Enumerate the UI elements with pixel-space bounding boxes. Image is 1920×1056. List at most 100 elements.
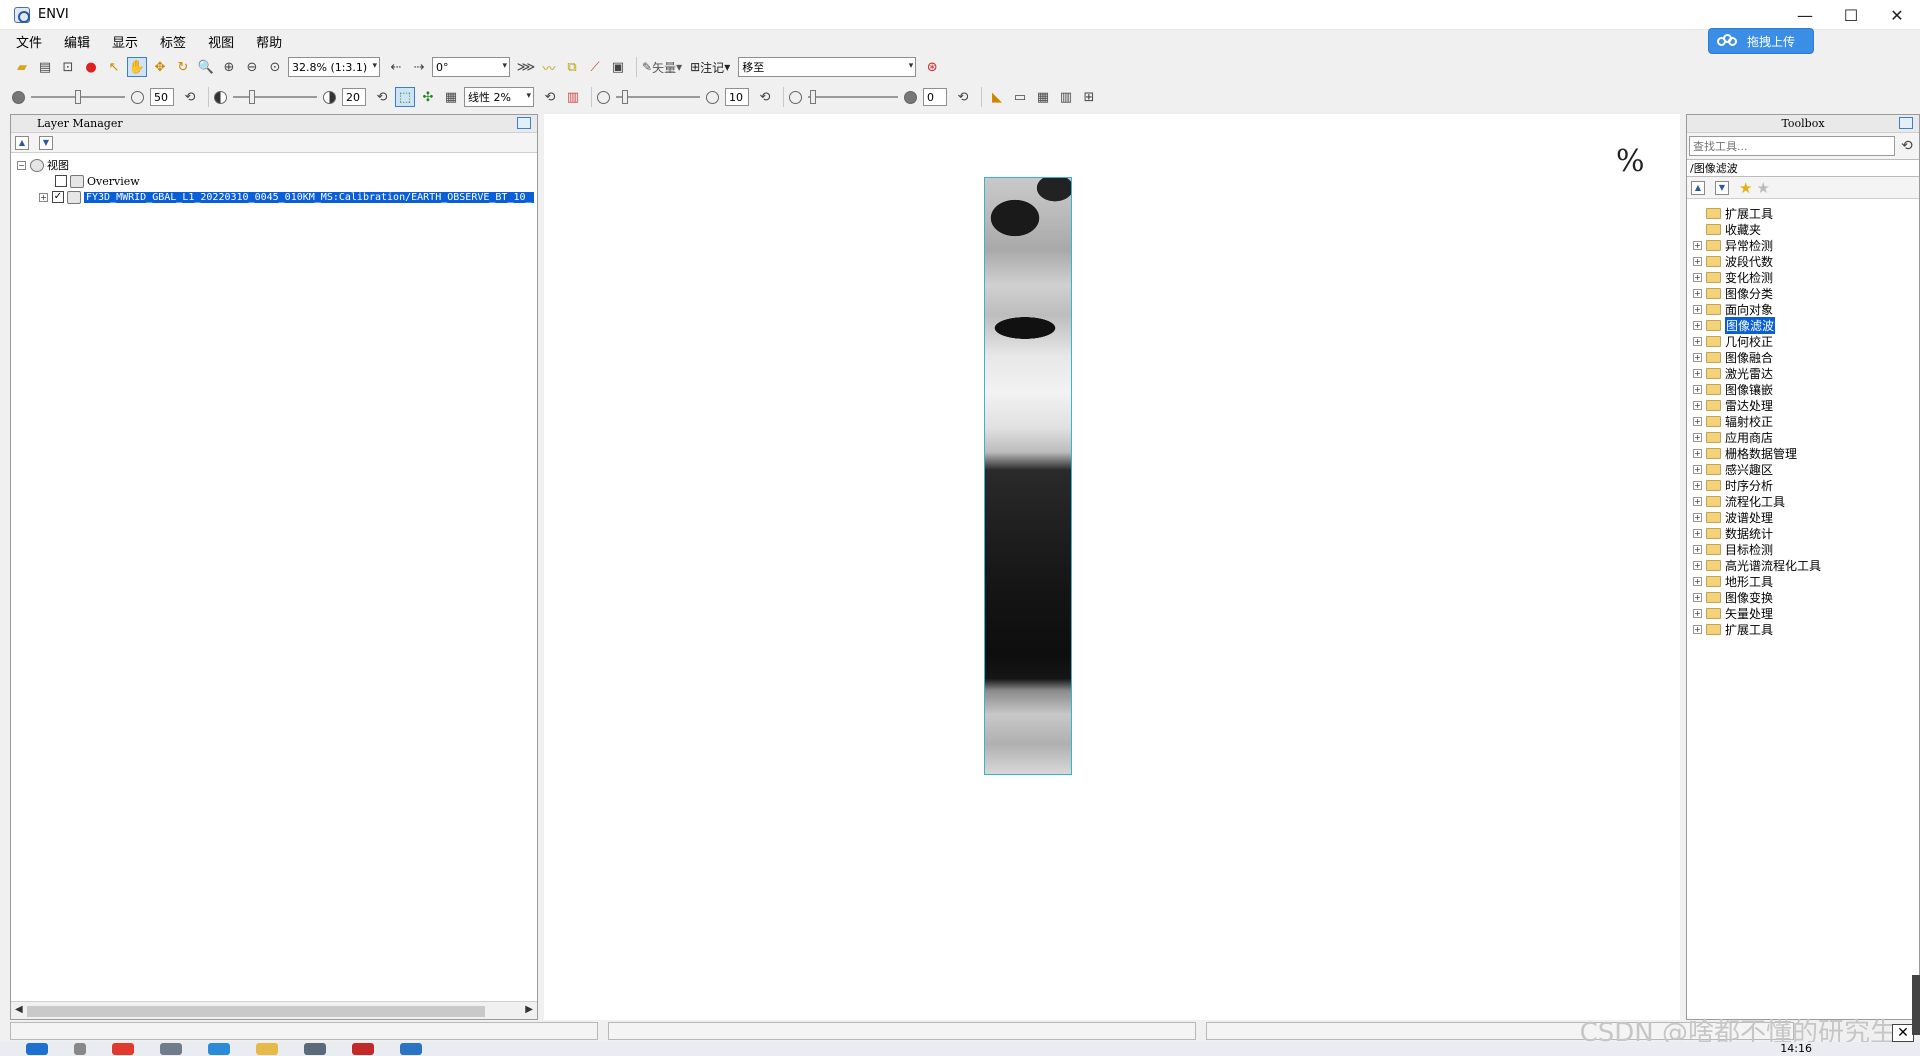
reset-sharpen-icon[interactable]: ⟲: [755, 87, 775, 107]
stretch-combo[interactable]: 线性 2% ▾: [464, 87, 534, 107]
layout-split-icon[interactable]: ▥: [1056, 87, 1076, 107]
toolbox-item[interactable]: + 感兴趣区: [1687, 461, 1919, 477]
expand-icon[interactable]: +: [1693, 464, 1702, 474]
data-manager-icon[interactable]: ▤: [35, 57, 55, 77]
toolbox-item[interactable]: + 异常检测: [1687, 237, 1919, 253]
maximize-button[interactable]: ☐: [1828, 0, 1874, 30]
menu-display[interactable]: 显示: [110, 31, 140, 52]
toolbox-item[interactable]: + 应用商店: [1687, 429, 1919, 445]
image-view[interactable]: [544, 114, 1680, 1020]
toolbox-item[interactable]: + 面向对象: [1687, 301, 1919, 317]
reset-brightness-icon[interactable]: ⟲: [180, 87, 200, 107]
expand-icon[interactable]: +: [1693, 304, 1702, 314]
toolbox-item[interactable]: + 栅格数据管理: [1687, 445, 1919, 461]
expand-icon[interactable]: +: [1693, 416, 1702, 426]
sharpen-slider[interactable]: [616, 87, 700, 107]
pdf-icon[interactable]: [352, 1043, 374, 1055]
layout-single-icon[interactable]: ▭: [1010, 87, 1030, 107]
menu-help[interactable]: 帮助: [254, 31, 284, 52]
menu-edit[interactable]: 编辑: [62, 31, 92, 52]
expand-all-icon[interactable]: ▼: [39, 135, 53, 150]
toolbox-item[interactable]: + 雷达处理: [1687, 397, 1919, 413]
goto-combo[interactable]: 移至 ▾: [738, 57, 917, 77]
reset-stretch-icon[interactable]: ⟲: [540, 87, 560, 107]
expand-icon[interactable]: +: [1693, 576, 1702, 586]
overview-checkbox[interactable]: [55, 175, 67, 187]
minimize-button[interactable]: —: [1782, 0, 1828, 30]
toolbox-item[interactable]: 收藏夹: [1687, 221, 1919, 237]
expand-icon[interactable]: +: [1693, 320, 1702, 330]
toolbox-item[interactable]: + 数据统计: [1687, 525, 1919, 541]
expand-icon[interactable]: +: [1693, 400, 1702, 410]
expand-icon[interactable]: +: [1693, 432, 1702, 442]
collapse-all-icon[interactable]: ▲: [15, 135, 29, 150]
contrast-slider[interactable]: [233, 87, 317, 107]
toolbox-item[interactable]: + 时序分析: [1687, 477, 1919, 493]
transparency-input[interactable]: 0: [923, 88, 947, 106]
cursor-value-icon[interactable]: ▣: [608, 57, 628, 77]
contrast-input[interactable]: 20: [342, 88, 366, 106]
toolbox-item[interactable]: + 流程化工具: [1687, 493, 1919, 509]
rotation-combo[interactable]: 0° ▾: [432, 57, 510, 77]
cursor-icon[interactable]: ↖: [104, 57, 124, 77]
expand-icon[interactable]: +: [1693, 592, 1702, 602]
scroll-right-icon[interactable]: ▶: [525, 1004, 533, 1015]
rotate-right-icon[interactable]: ⇢: [409, 57, 429, 77]
stretch-full-icon[interactable]: ⬚: [395, 87, 415, 107]
swipe-icon[interactable]: 〰: [539, 57, 559, 77]
pan-icon[interactable]: ✋: [127, 57, 147, 77]
tree-item-layer[interactable]: + ✓ FY3D_MWRID_GBAL_L1_20220310_0045_010…: [11, 189, 537, 205]
explorer-icon[interactable]: [256, 1043, 278, 1055]
expand-icon[interactable]: +: [1693, 528, 1702, 538]
reset-transparency-icon[interactable]: ⟲: [953, 87, 973, 107]
rotate-left-icon[interactable]: ⇠: [386, 57, 406, 77]
toolbox-item[interactable]: + 高光谱流程化工具: [1687, 557, 1919, 573]
zoom-combo[interactable]: 32.8% (1:3.1) ▾: [288, 57, 380, 77]
slider-thumb[interactable]: [622, 90, 628, 104]
expand-icon[interactable]: +: [1693, 608, 1702, 618]
move-icon[interactable]: ✥: [150, 57, 170, 77]
flicker-icon[interactable]: ⋙: [516, 57, 536, 77]
slider-thumb[interactable]: [810, 90, 816, 104]
search-icon[interactable]: [74, 1043, 86, 1055]
close-box-icon[interactable]: ✕: [1892, 1024, 1914, 1042]
expand-icon[interactable]: +: [1693, 336, 1702, 346]
chip-view-icon[interactable]: ◣: [987, 87, 1007, 107]
toolbox-search-input[interactable]: [1689, 136, 1895, 156]
expand-icon[interactable]: +: [39, 192, 48, 202]
brightness-slider[interactable]: [31, 87, 125, 107]
toolbox-item[interactable]: + 变化检测: [1687, 269, 1919, 285]
tree-item-overview[interactable]: Overview: [11, 173, 537, 189]
horizontal-scrollbar[interactable]: ◀ ▶: [11, 1001, 537, 1019]
brightness-input[interactable]: 50: [150, 88, 174, 106]
toolbox-item[interactable]: + 图像分类: [1687, 285, 1919, 301]
crop-icon[interactable]: ⊡: [58, 57, 78, 77]
edge-scrollbar[interactable]: [1912, 975, 1920, 1035]
zoom-in-icon[interactable]: ⊕: [219, 57, 239, 77]
drag-upload-button[interactable]: 拖拽上传: [1708, 28, 1814, 54]
toolbox-item[interactable]: + 图像镶嵌: [1687, 381, 1919, 397]
toolbox-item[interactable]: + 波谱处理: [1687, 509, 1919, 525]
pin-panel-icon[interactable]: [1899, 117, 1913, 129]
layout-quad-icon[interactable]: ⊞: [1079, 87, 1099, 107]
layer-checkbox[interactable]: ✓: [52, 191, 64, 203]
toolbox-item[interactable]: + 目标检测: [1687, 541, 1919, 557]
layout-grid-icon[interactable]: ▦: [1033, 87, 1053, 107]
start-icon[interactable]: [26, 1043, 48, 1055]
toolbox-item[interactable]: + 图像融合: [1687, 349, 1919, 365]
remove-favorite-icon[interactable]: ★: [1756, 179, 1769, 197]
envi-taskbar-icon[interactable]: [160, 1043, 182, 1055]
layer-label[interactable]: FY3D_MWRID_GBAL_L1_20220310_0045_010KM_M…: [84, 191, 534, 203]
toolbox-item[interactable]: + 地形工具: [1687, 573, 1919, 589]
expand-icon[interactable]: +: [1693, 272, 1702, 282]
close-button[interactable]: ✕: [1874, 0, 1920, 30]
mail-icon[interactable]: [400, 1043, 422, 1055]
toolbox-item[interactable]: + 矢量处理: [1687, 605, 1919, 621]
expand-icon[interactable]: +: [1693, 288, 1702, 298]
pin-panel-icon[interactable]: [517, 117, 531, 129]
zoom-tool-icon[interactable]: 🔍: [196, 57, 216, 77]
vector-dropdown[interactable]: ✎ 矢量 ▾: [642, 59, 682, 76]
expand-icon[interactable]: +: [1693, 384, 1702, 394]
stretch-lock-icon[interactable]: ▦: [441, 87, 461, 107]
toolbox-item[interactable]: + 辐射校正: [1687, 413, 1919, 429]
